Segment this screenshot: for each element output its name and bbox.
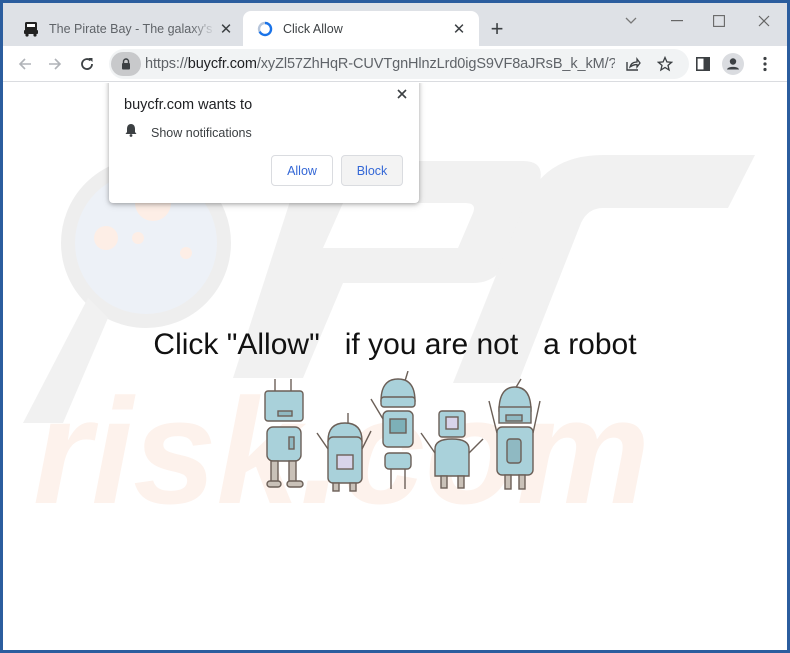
profile-avatar[interactable] <box>719 50 747 78</box>
url-path: /xyZl57ZhHqR-CUVTgnHlnzLrd0igS9VF8aJRsB_… <box>256 56 615 72</box>
tab-close-icon[interactable]: ✕ <box>449 19 469 39</box>
tab-title: The Pirate Bay - The galaxy's most resil… <box>49 21 216 36</box>
url-scheme: https:// <box>145 56 188 72</box>
tab-pirate-bay[interactable]: The Pirate Bay - The galaxy's most resil… <box>11 11 246 46</box>
robot-3 <box>370 371 416 489</box>
chevron-down-icon[interactable] <box>611 7 651 35</box>
new-tab-button[interactable]: + <box>485 16 509 41</box>
allow-button[interactable]: Allow <box>271 155 333 186</box>
back-button[interactable] <box>11 50 39 78</box>
site-info-button[interactable] <box>111 52 141 76</box>
maximize-icon[interactable] <box>699 7 739 35</box>
notification-permission-popup: buycfr.com wants to Show notifications A… <box>109 83 419 203</box>
lock-icon <box>122 58 130 70</box>
loading-icon <box>257 21 273 37</box>
address-bar[interactable]: https://buycfr.com/xyZl57ZhHqR-CUVTgnHln… <box>109 49 689 79</box>
pirate-ship-icon <box>23 21 39 37</box>
close-icon[interactable] <box>744 7 784 35</box>
back-arrow-icon <box>18 58 31 70</box>
robots-illustration <box>264 371 541 492</box>
robot-5 <box>488 378 541 490</box>
permission-row: Show notifications <box>125 123 252 142</box>
minimize-icon[interactable] <box>657 7 697 35</box>
robot-2 <box>316 413 372 492</box>
browser-window: The Pirate Bay - The galaxy's most resil… <box>3 3 787 650</box>
bookmark-star-icon[interactable] <box>653 52 677 76</box>
page-content: risk.com Click "Allow" if you are not a … <box>3 83 787 650</box>
block-button[interactable]: Block <box>341 155 403 186</box>
robot-1 <box>264 379 304 488</box>
url-host: buycfr.com <box>187 56 257 72</box>
close-icon[interactable] <box>393 85 411 103</box>
kebab-menu-icon[interactable] <box>751 50 779 78</box>
tab-close-icon[interactable]: ✕ <box>216 19 236 39</box>
share-icon[interactable] <box>621 52 645 76</box>
url-text[interactable]: https://buycfr.com/xyZl57ZhHqR-CUVTgnHln… <box>145 56 615 72</box>
page-headline: Click "Allow" if you are not a robot <box>153 328 637 361</box>
tab-title: Click Allow <box>283 21 343 36</box>
permission-origin-text: buycfr.com wants to <box>124 97 253 113</box>
side-panel-icon[interactable] <box>689 50 717 78</box>
reload-icon <box>81 58 93 70</box>
robot-4 <box>420 410 484 489</box>
permission-label: Show notifications <box>151 125 252 140</box>
tab-strip: The Pirate Bay - The galaxy's most resil… <box>3 3 787 46</box>
reload-button[interactable] <box>73 50 101 78</box>
bell-icon <box>125 123 137 142</box>
tab-click-allow[interactable]: Click Allow ✕ <box>243 11 479 46</box>
forward-arrow-icon <box>49 58 62 70</box>
forward-button[interactable] <box>41 50 69 78</box>
profile-icon <box>722 53 744 75</box>
toolbar: https://buycfr.com/xyZl57ZhHqR-CUVTgnHln… <box>3 46 787 82</box>
